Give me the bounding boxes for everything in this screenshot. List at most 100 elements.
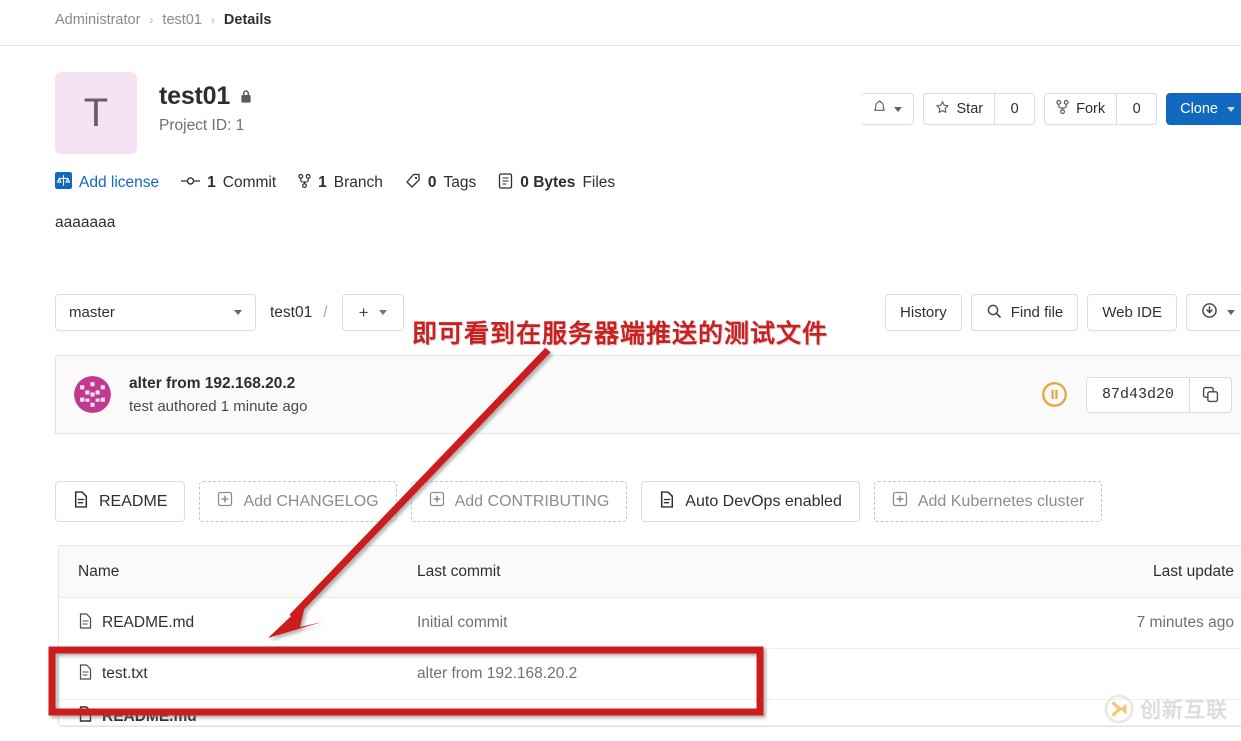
project-stats: Add license 1 Commit 1 Branch 0 Tags 0 B… [55,172,615,194]
repo-path-separator: / [323,303,328,321]
download-dropdown-button[interactable] [1186,294,1241,331]
repo-toolbar-left: master test01 / + [55,294,404,331]
breadcrumb-separator: › [149,13,154,27]
fork-icon [1056,99,1069,119]
plus-square-icon [217,491,233,512]
repo-action-chips: README Add CHANGELOG Add CONTRIBUTING Au… [55,481,1103,522]
file-name: README.md [102,614,195,631]
plus-icon: + [358,302,369,322]
add-license-label: Add license [79,174,160,191]
tags-stat[interactable]: 0 Tags [405,173,476,194]
file-table-header: Name Last commit Last update [59,546,1241,598]
notification-dropdown[interactable] [860,93,914,125]
lock-icon [239,89,253,104]
fork-button[interactable]: Fork [1044,93,1118,125]
project-meta: test01 Project ID: 1 [159,72,253,135]
table-row[interactable]: test.txt alter from 192.168.20.2 [59,649,1241,700]
file-last-commit[interactable]: alter from 192.168.20.2 [417,665,1012,683]
chevron-down-icon [234,310,242,315]
file-name: test.txt [102,665,148,682]
breadcrumb-root[interactable]: Administrator [55,12,140,28]
fork-count: 0 [1117,93,1158,125]
search-icon [986,303,1002,323]
copy-icon[interactable] [1190,376,1232,413]
web-ide-button[interactable]: Web IDE [1087,294,1177,331]
file-tree-table: Name Last commit Last update README.md I… [58,545,1241,727]
history-button[interactable]: History [885,294,962,331]
tags-count: 0 [427,174,437,191]
gitlab-project-details-page: Administrator › test01 › Details T test0… [0,0,1241,741]
add-kubernetes-chip[interactable]: Add Kubernetes cluster [873,481,1103,522]
files-stat[interactable]: 0 Bytes Files [498,172,615,194]
file-name-cell[interactable]: README.md [59,700,417,725]
file-icon [78,706,93,725]
fork-label: Fork [1076,101,1106,117]
column-header-last-update: Last update [1152,562,1234,580]
notification-dropdown-inner[interactable] [860,93,914,125]
branch-selector-value: master [69,304,115,321]
clone-label: Clone [1180,101,1218,117]
header-divider [0,45,1241,46]
commit-message[interactable]: alter from 192.168.20.2 [129,375,307,393]
star-count: 0 [995,93,1036,125]
bell-icon [872,99,887,119]
add-changelog-label: Add CHANGELOG [243,492,379,510]
commit-icon [181,174,201,193]
commit-text: alter from 192.168.20.2 test authored 1 … [129,375,307,415]
star-button[interactable]: Star [922,93,996,125]
chevron-down-icon [893,106,902,112]
commits-label: Commit [222,174,277,191]
chevron-down-icon [1227,106,1235,112]
find-file-button[interactable]: Find file [970,294,1079,331]
commits-stat[interactable]: 1 Commit [181,174,276,193]
star-button-group[interactable]: Star 0 [922,93,1036,125]
branches-label: Branch [333,174,383,191]
file-icon [659,490,675,513]
commit-author-line: test authored 1 minute ago [129,397,308,415]
files-size: 0 Bytes [520,174,576,191]
watermark: 创新互联 [1104,694,1228,724]
branches-stat[interactable]: 1 Branch [298,173,383,194]
add-license-link[interactable]: Add license [55,172,159,194]
download-icon [1201,302,1218,323]
file-last-update: 7 minutes ago [1136,614,1234,631]
star-label: Star [956,101,984,117]
scale-icon [55,172,72,194]
column-header-last-commit: Last commit [417,562,501,580]
file-name-cell[interactable]: test.txt [59,663,417,685]
readme-chip-label: README [99,492,168,510]
page-title: test01 [159,82,231,110]
breadcrumb-project[interactable]: test01 [162,12,202,28]
commit-sha[interactable]: 87d43d20 [1085,376,1190,413]
tags-label: Tags [443,174,477,191]
web-ide-label: Web IDE [1102,304,1162,321]
fork-button-group[interactable]: Fork 0 [1044,93,1158,125]
add-changelog-chip[interactable]: Add CHANGELOG [199,481,397,522]
table-row[interactable]: README.md [59,700,1241,726]
watermark-logo-icon [1104,694,1134,724]
branch-selector[interactable]: master [55,294,256,331]
file-icon [78,612,93,634]
chevron-down-icon [1227,310,1235,315]
column-header-name: Name [78,562,120,580]
add-contributing-label: Add CONTRIBUTING [454,492,610,510]
pipeline-pending-icon[interactable] [1041,381,1068,408]
add-kubernetes-label: Add Kubernetes cluster [917,492,1085,510]
clone-button[interactable]: Clone [1166,93,1241,125]
project-id-label: Project ID: 1 [159,117,245,134]
breadcrumb-current: Details [223,12,272,28]
add-to-tree-button[interactable]: + [341,294,404,331]
repo-path-root[interactable]: test01 [270,304,312,322]
add-contributing-chip[interactable]: Add CONTRIBUTING [410,481,628,522]
plus-square-icon [892,491,908,512]
watermark-text: 创新互联 [1140,698,1228,722]
readme-chip[interactable]: README [55,481,186,522]
file-name-cell[interactable]: README.md [59,612,417,634]
file-last-commit[interactable]: Initial commit [417,614,1012,632]
commit-right-actions: 87d43d20 [1041,376,1232,413]
repo-path-breadcrumb: test01 / [270,304,328,322]
table-row[interactable]: README.md Initial commit 7 minutes ago [59,598,1241,649]
avatar [74,376,111,413]
auto-devops-chip[interactable]: Auto DevOps enabled [641,481,860,522]
auto-devops-label: Auto DevOps enabled [685,492,842,510]
